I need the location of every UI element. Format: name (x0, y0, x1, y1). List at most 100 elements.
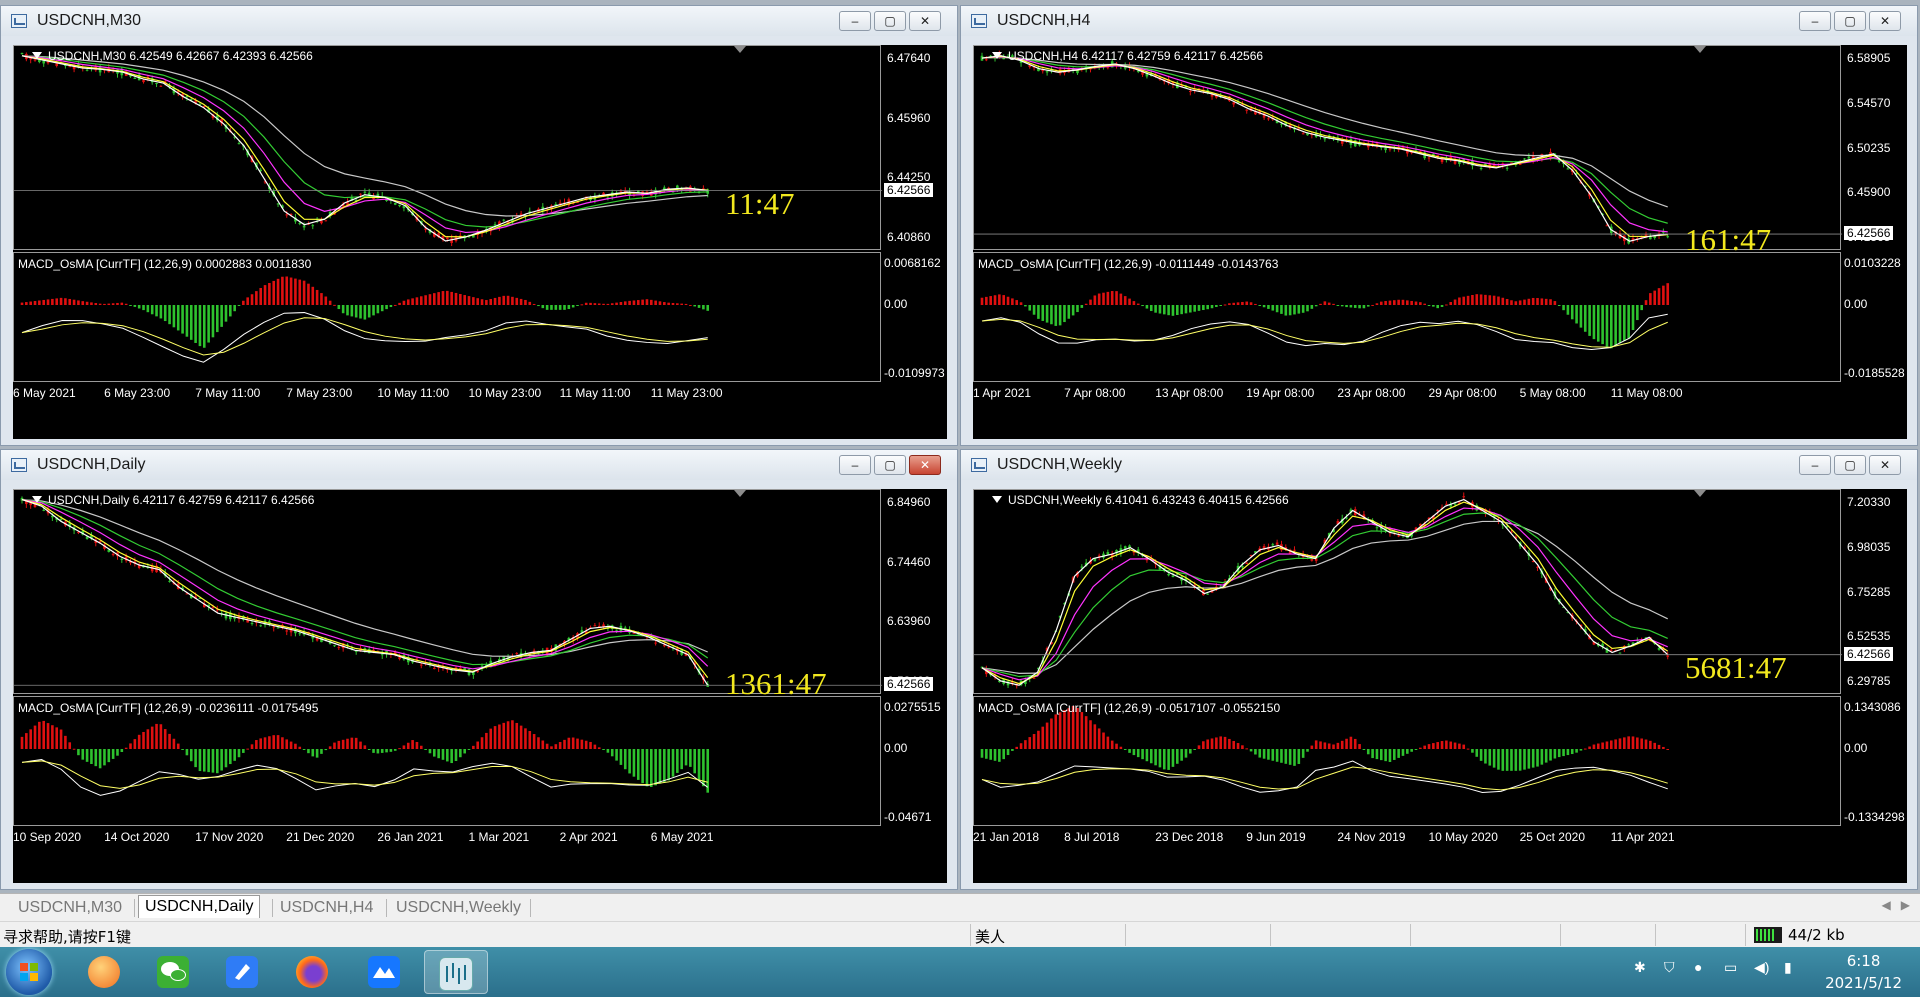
macd-histogram-bar (1653, 290, 1656, 305)
chart-menu-triangle-icon[interactable] (992, 52, 1002, 59)
moving-average-line (981, 56, 1668, 233)
macd-histogram-bar (1466, 295, 1470, 305)
macd-histogram-bar (554, 744, 558, 749)
macd-histogram-bar (402, 300, 406, 305)
taskbar-clock[interactable]: 6:18 2021/5/12 (1825, 950, 1902, 994)
macd-histogram-bar (515, 722, 519, 749)
restore-button[interactable]: ▢ (874, 11, 906, 31)
minimize-button[interactable]: – (839, 11, 871, 31)
tab-usdcnh-weekly[interactable]: USDCNH,Weekly (390, 897, 527, 919)
macd-histogram-bar (77, 300, 80, 305)
candle-body (133, 77, 137, 79)
tab-usdcnh-h4[interactable]: USDCNH,H4 (274, 897, 379, 919)
macd-histogram-bar (1471, 749, 1474, 753)
candle-body (398, 657, 401, 660)
minimize-button[interactable]: – (839, 455, 871, 475)
macd-histogram-bar (1310, 745, 1314, 749)
tray-wechat-icon[interactable]: ● (1694, 959, 1702, 975)
macd-histogram-bar (29, 301, 32, 305)
tab-separator (386, 899, 387, 917)
taskbar-feishu[interactable] (214, 950, 270, 994)
tab-usdcnh-m30[interactable]: USDCNH,M30 (12, 897, 128, 919)
tray-signal-icon[interactable]: ▮ (1784, 959, 1792, 976)
macd-histogram-bar (211, 305, 215, 338)
taskbar-firefox[interactable] (284, 950, 340, 994)
macd-histogram-bar (1575, 305, 1578, 324)
tray-bluetooth-icon[interactable]: ✱ (1634, 959, 1646, 976)
macd-histogram-bar (1666, 283, 1670, 305)
taskbar-lanhu[interactable] (356, 950, 412, 994)
macd-histogram-bar (111, 303, 115, 305)
macd-histogram-bar (498, 296, 501, 305)
close-button[interactable]: ✕ (1869, 455, 1901, 475)
close-button[interactable]: ✕ (909, 11, 941, 31)
macd-histogram-bar (671, 749, 675, 777)
window-titlebar[interactable]: USDCNH,Daily – ▢ ✕ (1, 450, 957, 480)
window-title: USDCNH,M30 (37, 12, 142, 29)
macd-histogram-bar (81, 301, 85, 305)
taskbar-wechat[interactable] (145, 950, 201, 994)
candle-body (1275, 542, 1279, 545)
close-button[interactable]: ✕ (1869, 11, 1901, 31)
minimize-button[interactable]: – (1799, 11, 1831, 31)
macd-histogram-bar (220, 749, 223, 771)
main-price-pane[interactable]: USDCNH,Daily 6.42117 6.42759 6.42117 6.4… (13, 489, 882, 694)
minimize-button[interactable]: – (1799, 455, 1831, 475)
macd-histogram-bar (98, 303, 102, 305)
macd-histogram-bar (628, 300, 631, 305)
macd-histogram-bar (1258, 749, 1262, 758)
macd-histogram-bar (989, 296, 992, 305)
window-titlebar[interactable]: USDCNH,Weekly – ▢ ✕ (961, 450, 1917, 480)
macd-histogram-bar (1544, 298, 1548, 305)
macd-histogram-bar (433, 749, 436, 757)
tab-scroll-arrows[interactable]: ◀ ▶ (1882, 898, 1910, 912)
chart-shift-marker[interactable] (734, 46, 746, 53)
macd-histogram-bar (29, 729, 32, 749)
macd-pane[interactable]: MACD_OsMA [CurrTF] (12,26,9) 0.0002883 0… (13, 252, 881, 382)
macd-histogram-bar (1393, 300, 1396, 305)
close-button[interactable]: ✕ (909, 455, 941, 475)
macd-histogram-bar (428, 294, 432, 305)
main-price-pane[interactable]: USDCNH,H4 6.42117 6.42759 6.42117 6.4256… (973, 45, 1842, 250)
tab-usdcnh-daily[interactable]: USDCNH,Daily (138, 895, 261, 918)
tray-network-icon[interactable]: ▭ (1724, 959, 1737, 976)
price-axis-label: 6.84960 (887, 495, 931, 509)
macd-histogram-bar (1362, 305, 1366, 309)
macd-pane[interactable]: MACD_OsMA [CurrTF] (12,26,9) -0.0236111 … (13, 696, 881, 826)
chart-menu-triangle-icon[interactable] (992, 496, 1002, 503)
macd-histogram-bar (1358, 744, 1361, 749)
macd-histogram-bar (1249, 302, 1253, 305)
candle-body (1649, 237, 1652, 240)
macd-histogram-bar (94, 303, 98, 305)
macd-histogram-bar (1384, 301, 1387, 305)
chart-shift-marker[interactable] (734, 490, 746, 497)
chart-menu-triangle-icon[interactable] (32, 496, 42, 503)
macd-histogram-bar (294, 743, 297, 749)
macd-histogram-bar (142, 731, 145, 749)
chart-shift-marker[interactable] (1694, 46, 1706, 53)
macd-histogram-bar (697, 305, 701, 308)
taskbar-app-orange[interactable] (76, 950, 132, 994)
moving-average-line (981, 56, 1668, 208)
chart-menu-triangle-icon[interactable] (32, 52, 42, 59)
start-button[interactable] (6, 949, 52, 995)
macd-histogram-bar (1032, 734, 1036, 749)
restore-button[interactable]: ▢ (1834, 455, 1866, 475)
window-titlebar[interactable]: USDCNH,H4 – ▢ ✕ (961, 6, 1917, 36)
restore-button[interactable]: ▢ (874, 455, 906, 475)
candle-body (502, 219, 506, 221)
macd-pane[interactable]: MACD_OsMA [CurrTF] (12,26,9) -0.0111449 … (973, 252, 1841, 382)
chart-shift-marker[interactable] (1694, 490, 1706, 497)
macd-pane[interactable]: MACD_OsMA [CurrTF] (12,26,9) -0.0517107 … (973, 696, 1841, 826)
macd-histogram-bar (524, 299, 527, 305)
macd-histogram-bar (372, 749, 375, 753)
macd-histogram-bar (1423, 303, 1426, 305)
tray-shield-icon[interactable]: ⛉ (1664, 959, 1675, 976)
macd-histogram-bar (111, 749, 115, 759)
window-titlebar[interactable]: USDCNH,M30 – ▢ ✕ (1, 6, 957, 36)
tray-volume-icon[interactable]: ◀) (1754, 959, 1769, 976)
restore-button[interactable]: ▢ (1834, 11, 1866, 31)
taskbar-metatrader[interactable] (424, 950, 488, 994)
candle-body (1032, 677, 1036, 679)
macd-histogram-bar (385, 749, 388, 753)
